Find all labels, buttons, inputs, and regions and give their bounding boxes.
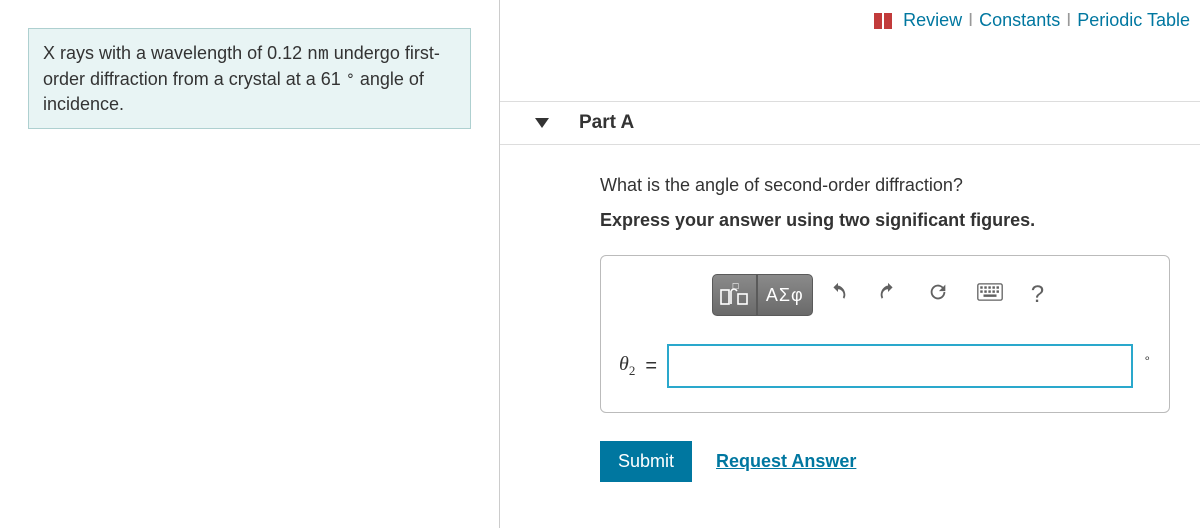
variable-label: θ2 <box>619 353 635 379</box>
unit-degree: ∘ <box>1143 351 1151 365</box>
part-body: What is the angle of second-order diffra… <box>500 145 1200 482</box>
instruction-text: Express your answer using two significan… <box>600 210 1170 231</box>
greek-button[interactable]: ΑΣφ <box>757 274 813 316</box>
equation-toolbar: ☐ ΑΣφ <box>619 274 1151 316</box>
problem-statement: X rays with a wavelength of 0.12 nm unde… <box>28 28 471 129</box>
periodic-table-link[interactable]: Periodic Table <box>1077 10 1190 30</box>
template-icon: ☐ <box>720 283 748 307</box>
reset-icon[interactable] <box>927 281 949 309</box>
variable-subscript: 2 <box>629 363 636 378</box>
variable-theta: θ <box>619 353 629 375</box>
problem-text-1: X rays with a wavelength of 0.12 <box>43 43 307 63</box>
help-icon[interactable]: ? <box>1031 281 1044 309</box>
problem-column: X rays with a wavelength of 0.12 nm unde… <box>0 0 500 528</box>
submit-button[interactable]: Submit <box>600 441 692 482</box>
constants-link[interactable]: Constants <box>979 10 1060 30</box>
problem-unit: nm <box>307 45 329 65</box>
separator: I <box>968 10 973 30</box>
collapse-icon[interactable] <box>535 118 549 128</box>
separator: I <box>1066 10 1071 30</box>
request-answer-link[interactable]: Request Answer <box>716 451 856 472</box>
question-text: What is the angle of second-order diffra… <box>600 175 1170 196</box>
answer-area: ☐ ΑΣφ <box>600 255 1170 413</box>
flag-icon[interactable] <box>874 13 894 34</box>
answer-column: Review I Constants I Periodic Table Part… <box>500 0 1200 528</box>
templates-button[interactable]: ☐ <box>712 274 757 316</box>
equals-sign: = <box>645 355 657 378</box>
top-links-bar: Review I Constants I Periodic Table <box>500 0 1200 31</box>
review-link[interactable]: Review <box>903 10 962 30</box>
submit-row: Submit Request Answer <box>600 441 1170 482</box>
redo-icon[interactable] <box>877 281 899 309</box>
part-header[interactable]: Part A <box>500 101 1200 145</box>
part-a-section: Part A What is the angle of second-order… <box>500 101 1200 482</box>
keyboard-icon[interactable] <box>977 282 1003 308</box>
part-title: Part A <box>579 112 634 134</box>
answer-row: θ2 = ∘ <box>619 344 1151 388</box>
degree-symbol: ∘ <box>346 68 355 84</box>
undo-icon[interactable] <box>827 281 849 309</box>
answer-input[interactable] <box>667 344 1133 388</box>
